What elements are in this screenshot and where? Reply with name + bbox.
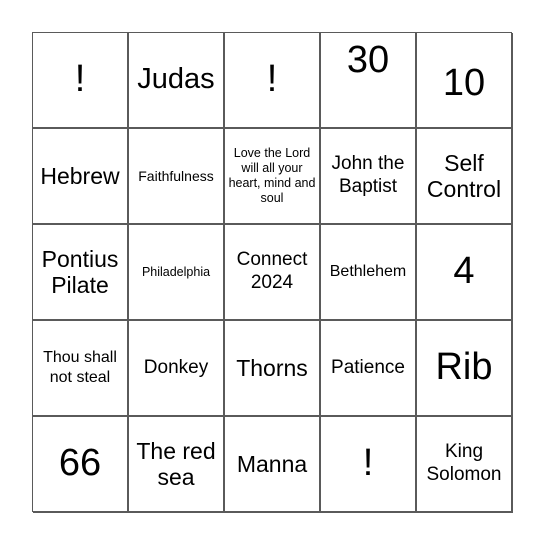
bingo-cell[interactable]: Love the Lord will all your heart, mind … [225, 129, 321, 225]
cell-text: Bethlehem [329, 263, 407, 280]
bingo-cell[interactable]: Self Control [417, 129, 513, 225]
bingo-cell[interactable]: John the Baptist [321, 129, 417, 225]
cell-text: 4 [453, 250, 475, 293]
bingo-cell[interactable]: Connect 2024 [225, 225, 321, 321]
cell-text: Faithfulness [138, 167, 214, 184]
bingo-cell[interactable]: Philadelphia [129, 225, 225, 321]
bingo-cell[interactable]: 30 [321, 33, 417, 129]
cell-text: 30 [346, 39, 390, 81]
cell-text: ! [362, 442, 374, 485]
bingo-cell[interactable]: Thorns [225, 321, 321, 417]
bingo-cell[interactable]: 10 [417, 33, 513, 129]
cell-text: Hebrew [40, 162, 120, 189]
cell-text: Connect 2024 [236, 249, 308, 293]
cell-text: Philadelphia [141, 264, 211, 279]
cell-text: The red sea [136, 437, 216, 490]
bingo-cell[interactable]: 4 [417, 225, 513, 321]
cell-text: 10 [442, 62, 486, 105]
cell-text: Thou shall not steal [43, 349, 117, 386]
bingo-cell[interactable]: Bethlehem [321, 225, 417, 321]
bingo-cell[interactable]: The red sea [129, 417, 225, 513]
bingo-cell[interactable]: Hebrew [33, 129, 129, 225]
bingo-cell[interactable]: ! [33, 33, 129, 129]
bingo-cell[interactable]: Donkey [129, 321, 225, 417]
bingo-cell[interactable]: Thou shall not steal [33, 321, 129, 417]
cell-text: Love the Lord will all your heart, mind … [228, 146, 316, 205]
cell-text: 66 [58, 442, 102, 485]
cell-text: ! [266, 58, 278, 101]
bingo-cell[interactable]: Pontius Pilate [33, 225, 129, 321]
cell-text: Pontius Pilate [41, 245, 119, 298]
bingo-card: ! Judas ! 30 10 Hebrew Faithfulness Love… [32, 32, 513, 513]
cell-text: Thorns [236, 354, 308, 381]
cell-text: Rib [435, 346, 493, 389]
bingo-cell[interactable]: Judas [129, 33, 225, 129]
bingo-cell[interactable]: 66 [33, 417, 129, 513]
cell-text: Manna [236, 450, 308, 477]
cell-text: King Solomon [426, 441, 502, 485]
cell-text: Donkey [143, 356, 209, 378]
bingo-cell[interactable]: King Solomon [417, 417, 513, 513]
cell-text: John the Baptist [331, 153, 405, 197]
cell-text: ! [74, 58, 86, 101]
bingo-cell[interactable]: Faithfulness [129, 129, 225, 225]
cell-text: Judas [137, 63, 215, 96]
cell-text: Patience [331, 356, 405, 378]
bingo-cell[interactable]: Manna [225, 417, 321, 513]
cell-text: Self Control [426, 149, 502, 202]
bingo-cell[interactable]: ! [321, 417, 417, 513]
bingo-cell[interactable]: Patience [321, 321, 417, 417]
bingo-cell[interactable]: Rib [417, 321, 513, 417]
bingo-cell[interactable]: ! [225, 33, 321, 129]
